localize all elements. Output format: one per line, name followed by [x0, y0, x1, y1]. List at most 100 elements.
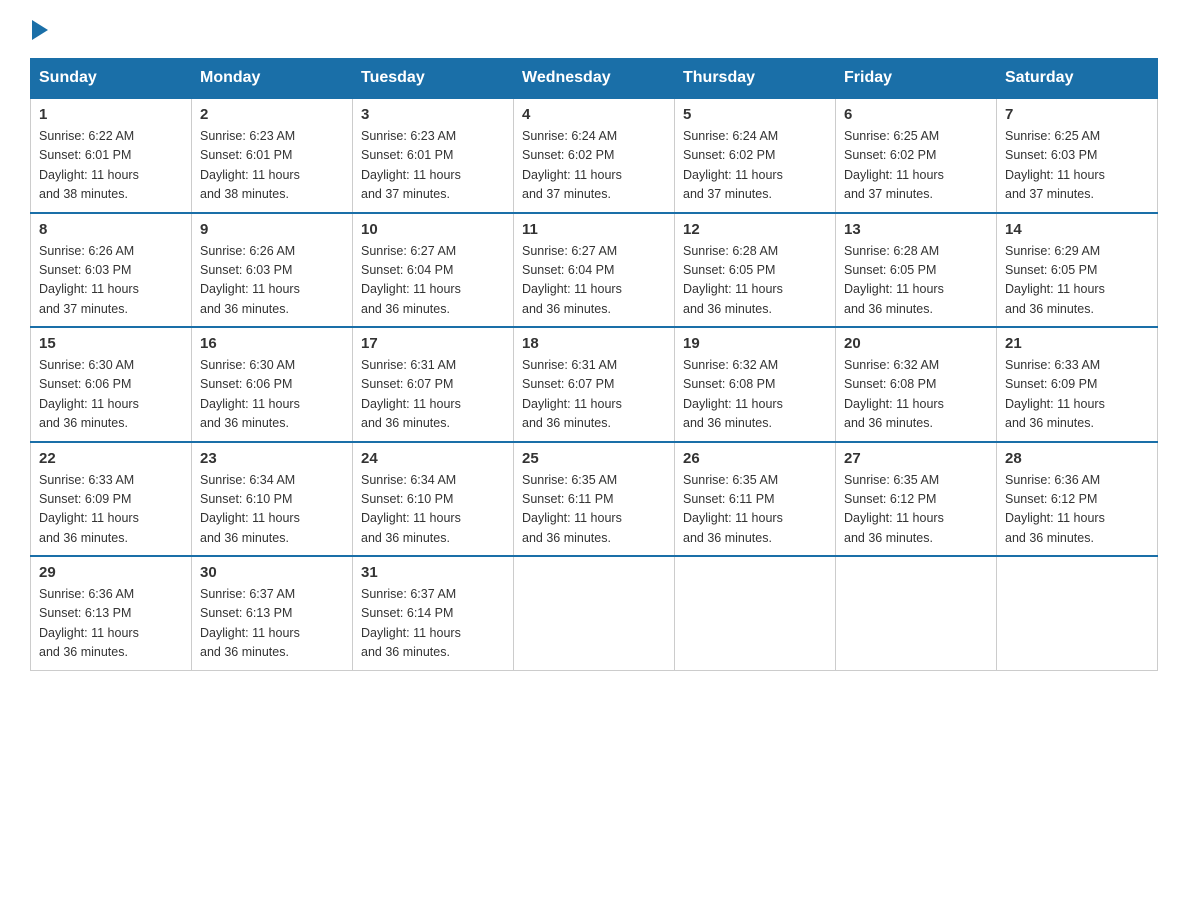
calendar-cell: 5 Sunrise: 6:24 AMSunset: 6:02 PMDaylight…: [675, 98, 836, 213]
logo-area: [30, 20, 50, 40]
day-number: 15: [39, 335, 183, 352]
day-number: 28: [1005, 450, 1149, 467]
day-number: 27: [844, 450, 988, 467]
day-info: Sunrise: 6:28 AMSunset: 6:05 PMDaylight:…: [683, 244, 783, 316]
day-number: 17: [361, 335, 505, 352]
calendar-cell: 15 Sunrise: 6:30 AMSunset: 6:06 PMDayligh…: [31, 327, 192, 442]
day-info: Sunrise: 6:32 AMSunset: 6:08 PMDaylight:…: [844, 358, 944, 430]
day-number: 30: [200, 564, 344, 581]
day-number: 18: [522, 335, 666, 352]
day-number: 16: [200, 335, 344, 352]
calendar-table: SundayMondayTuesdayWednesdayThursdayFrid…: [30, 58, 1158, 671]
day-number: 5: [683, 106, 827, 123]
day-number: 3: [361, 106, 505, 123]
day-info: Sunrise: 6:31 AMSunset: 6:07 PMDaylight:…: [361, 358, 461, 430]
day-number: 7: [1005, 106, 1149, 123]
day-info: Sunrise: 6:36 AMSunset: 6:13 PMDaylight:…: [39, 587, 139, 659]
logo: [30, 20, 50, 40]
day-info: Sunrise: 6:30 AMSunset: 6:06 PMDaylight:…: [200, 358, 300, 430]
calendar-cell: 6 Sunrise: 6:25 AMSunset: 6:02 PMDaylight…: [836, 98, 997, 213]
day-info: Sunrise: 6:34 AMSunset: 6:10 PMDaylight:…: [361, 473, 461, 545]
calendar-cell: [836, 556, 997, 670]
calendar-cell: 20 Sunrise: 6:32 AMSunset: 6:08 PMDayligh…: [836, 327, 997, 442]
calendar-cell: 26Sunrise: 6:35 AMSunset: 6:11 PMDayligh…: [675, 442, 836, 557]
day-info: Sunrise: 6:35 AMSunset: 6:11 PMDaylight:…: [522, 473, 622, 545]
week-row-1: 1 Sunrise: 6:22 AMSunset: 6:01 PMDaylight…: [31, 98, 1158, 213]
day-info: Sunrise: 6:37 AMSunset: 6:14 PMDaylight:…: [361, 587, 461, 659]
calendar-cell: 11 Sunrise: 6:27 AMSunset: 6:04 PMDayligh…: [514, 213, 675, 328]
day-number: 2: [200, 106, 344, 123]
day-number: 10: [361, 221, 505, 238]
calendar-cell: 29 Sunrise: 6:36 AMSunset: 6:13 PMDayligh…: [31, 556, 192, 670]
page-header: [30, 20, 1158, 40]
calendar-cell: [675, 556, 836, 670]
day-number: 12: [683, 221, 827, 238]
column-header-monday: Monday: [192, 59, 353, 99]
calendar-cell: 1 Sunrise: 6:22 AMSunset: 6:01 PMDaylight…: [31, 98, 192, 213]
day-number: 20: [844, 335, 988, 352]
calendar-cell: 4Sunrise: 6:24 AMSunset: 6:02 PMDaylight…: [514, 98, 675, 213]
week-row-2: 8Sunrise: 6:26 AMSunset: 6:03 PMDaylight…: [31, 213, 1158, 328]
day-info: Sunrise: 6:28 AMSunset: 6:05 PMDaylight:…: [844, 244, 944, 316]
column-header-wednesday: Wednesday: [514, 59, 675, 99]
calendar-cell: 17 Sunrise: 6:31 AMSunset: 6:07 PMDayligh…: [353, 327, 514, 442]
calendar-cell: 31 Sunrise: 6:37 AMSunset: 6:14 PMDayligh…: [353, 556, 514, 670]
column-header-sunday: Sunday: [31, 59, 192, 99]
day-info: Sunrise: 6:36 AMSunset: 6:12 PMDaylight:…: [1005, 473, 1105, 545]
day-number: 13: [844, 221, 988, 238]
day-info: Sunrise: 6:37 AMSunset: 6:13 PMDaylight:…: [200, 587, 300, 659]
day-number: 9: [200, 221, 344, 238]
calendar-header-row: SundayMondayTuesdayWednesdayThursdayFrid…: [31, 59, 1158, 99]
calendar-cell: 23Sunrise: 6:34 AMSunset: 6:10 PMDayligh…: [192, 442, 353, 557]
day-info: Sunrise: 6:27 AMSunset: 6:04 PMDaylight:…: [361, 244, 461, 316]
day-info: Sunrise: 6:30 AMSunset: 6:06 PMDaylight:…: [39, 358, 139, 430]
day-number: 14: [1005, 221, 1149, 238]
day-info: Sunrise: 6:27 AMSunset: 6:04 PMDaylight:…: [522, 244, 622, 316]
day-number: 6: [844, 106, 988, 123]
day-info: Sunrise: 6:34 AMSunset: 6:10 PMDaylight:…: [200, 473, 300, 545]
week-row-3: 15 Sunrise: 6:30 AMSunset: 6:06 PMDayligh…: [31, 327, 1158, 442]
calendar-cell: 10 Sunrise: 6:27 AMSunset: 6:04 PMDayligh…: [353, 213, 514, 328]
calendar-cell: 2Sunrise: 6:23 AMSunset: 6:01 PMDaylight…: [192, 98, 353, 213]
calendar-cell: 12 Sunrise: 6:28 AMSunset: 6:05 PMDayligh…: [675, 213, 836, 328]
calendar-cell: 27 Sunrise: 6:35 AMSunset: 6:12 PMDayligh…: [836, 442, 997, 557]
day-info: Sunrise: 6:35 AMSunset: 6:12 PMDaylight:…: [844, 473, 944, 545]
day-info: Sunrise: 6:24 AMSunset: 6:02 PMDaylight:…: [683, 129, 783, 201]
day-info: Sunrise: 6:23 AMSunset: 6:01 PMDaylight:…: [361, 129, 461, 201]
day-info: Sunrise: 6:25 AMSunset: 6:03 PMDaylight:…: [1005, 129, 1105, 201]
day-number: 1: [39, 106, 183, 123]
day-number: 4: [522, 106, 666, 123]
day-number: 11: [522, 221, 666, 238]
calendar-cell: 16 Sunrise: 6:30 AMSunset: 6:06 PMDayligh…: [192, 327, 353, 442]
column-header-saturday: Saturday: [997, 59, 1158, 99]
calendar-cell: 13 Sunrise: 6:28 AMSunset: 6:05 PMDayligh…: [836, 213, 997, 328]
day-info: Sunrise: 6:29 AMSunset: 6:05 PMDaylight:…: [1005, 244, 1105, 316]
calendar-cell: 25 Sunrise: 6:35 AMSunset: 6:11 PMDayligh…: [514, 442, 675, 557]
calendar-cell: [514, 556, 675, 670]
day-number: 19: [683, 335, 827, 352]
day-number: 25: [522, 450, 666, 467]
day-info: Sunrise: 6:26 AMSunset: 6:03 PMDaylight:…: [39, 244, 139, 316]
day-number: 31: [361, 564, 505, 581]
day-number: 29: [39, 564, 183, 581]
calendar-cell: 24Sunrise: 6:34 AMSunset: 6:10 PMDayligh…: [353, 442, 514, 557]
calendar-cell: 21 Sunrise: 6:33 AMSunset: 6:09 PMDayligh…: [997, 327, 1158, 442]
calendar-cell: 22 Sunrise: 6:33 AMSunset: 6:09 PMDayligh…: [31, 442, 192, 557]
calendar-cell: 28 Sunrise: 6:36 AMSunset: 6:12 PMDayligh…: [997, 442, 1158, 557]
column-header-friday: Friday: [836, 59, 997, 99]
day-info: Sunrise: 6:25 AMSunset: 6:02 PMDaylight:…: [844, 129, 944, 201]
day-info: Sunrise: 6:32 AMSunset: 6:08 PMDaylight:…: [683, 358, 783, 430]
logo-arrow-icon: [32, 20, 48, 40]
calendar-cell: 30 Sunrise: 6:37 AMSunset: 6:13 PMDayligh…: [192, 556, 353, 670]
column-header-tuesday: Tuesday: [353, 59, 514, 99]
calendar-cell: 19 Sunrise: 6:32 AMSunset: 6:08 PMDayligh…: [675, 327, 836, 442]
day-number: 22: [39, 450, 183, 467]
day-info: Sunrise: 6:33 AMSunset: 6:09 PMDaylight:…: [1005, 358, 1105, 430]
day-info: Sunrise: 6:31 AMSunset: 6:07 PMDaylight:…: [522, 358, 622, 430]
calendar-cell: 14 Sunrise: 6:29 AMSunset: 6:05 PMDayligh…: [997, 213, 1158, 328]
day-number: 21: [1005, 335, 1149, 352]
day-info: Sunrise: 6:33 AMSunset: 6:09 PMDaylight:…: [39, 473, 139, 545]
day-info: Sunrise: 6:35 AMSunset: 6:11 PMDaylight:…: [683, 473, 783, 545]
day-info: Sunrise: 6:22 AMSunset: 6:01 PMDaylight:…: [39, 129, 139, 201]
week-row-4: 22 Sunrise: 6:33 AMSunset: 6:09 PMDayligh…: [31, 442, 1158, 557]
